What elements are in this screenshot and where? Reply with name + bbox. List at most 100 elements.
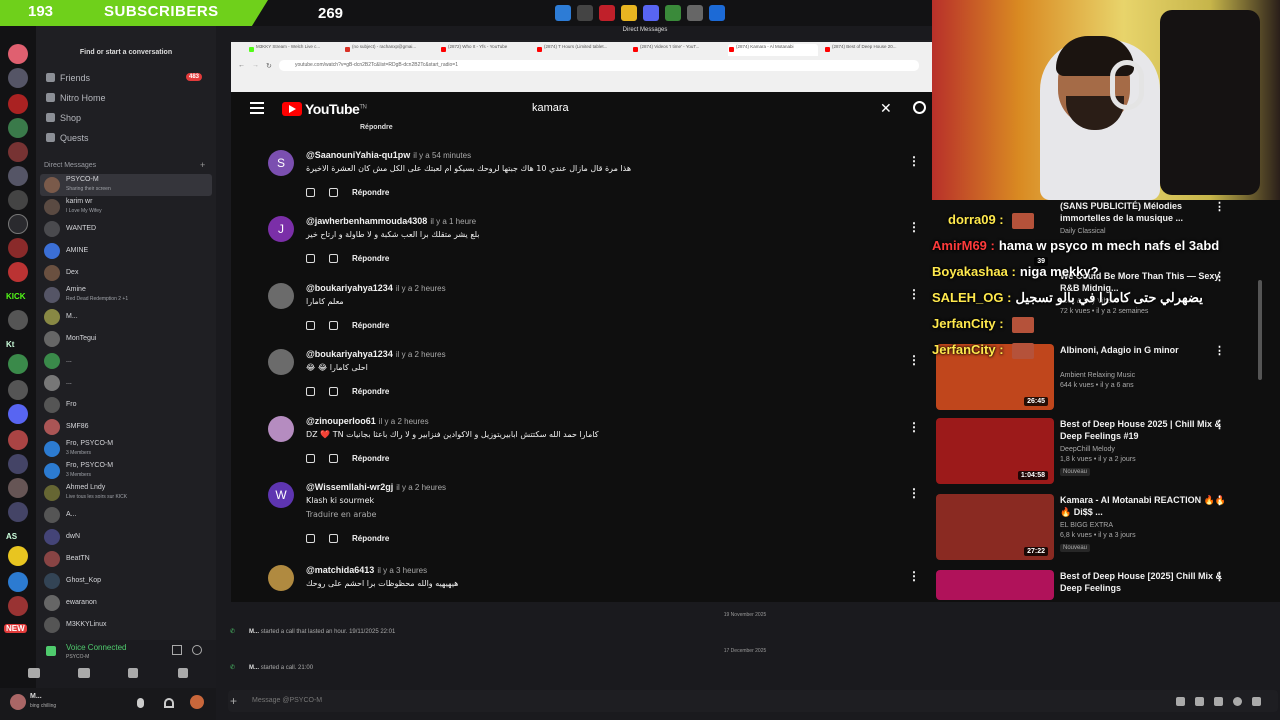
avatar[interactable] [268,349,294,375]
dm-item[interactable]: Fro, PSYCO-M 3 Members [40,438,212,460]
search-icon[interactable] [913,101,926,114]
more-options-icon[interactable]: ⋮ [908,287,920,301]
related-video[interactable]: Best of Deep House [2025] Chill Mix & De… [936,570,1266,640]
like-icon[interactable] [306,454,315,464]
youtube-logo-icon[interactable] [282,102,302,116]
more-options-icon[interactable]: ⋮ [908,569,920,583]
browser-tab[interactable]: (2874) T Hours (Limited tablet... [536,44,626,56]
dm-item[interactable]: karim wr I Love My Wifey [40,196,212,218]
apps-icon[interactable] [1252,697,1261,706]
server-icon[interactable] [8,262,28,282]
server-label[interactable]: AS [6,532,17,541]
search-icon[interactable] [577,5,593,21]
server-icon[interactable] [8,572,28,592]
more-options-icon[interactable]: ⋮ [1214,418,1225,431]
disconnect-icon[interactable] [192,645,202,655]
dm-item[interactable]: SMF86 [40,416,212,438]
dm-item[interactable]: Fro, PSYCO-M 3 Members [40,460,212,482]
sticker-icon[interactable] [1214,697,1223,706]
like-icon[interactable] [306,188,315,198]
dislike-icon[interactable] [329,254,338,264]
address-bar[interactable]: youtube.com/watch?v=gB-dcn2B2Tc&list=RDg… [279,60,919,71]
discord-icon[interactable] [643,5,659,21]
more-options-icon[interactable]: ⋮ [908,353,920,367]
activities-icon[interactable] [128,668,138,678]
dm-item[interactable]: Amine Red Dead Redemption 2 +1 [40,284,212,306]
browser-tab[interactable]: (2874) Videos 'I time' - YouT... [632,44,722,56]
video-title[interactable]: Kamara - Al Motanabi REACTION 🔥🔥🔥 Di$$ .… [1060,494,1230,518]
server-icon[interactable] [8,166,28,186]
voice-channel[interactable]: PSYCO-M [66,654,89,660]
comment-author[interactable]: @boukariyahya1234 il y a 2 heures [306,283,446,293]
video-title[interactable]: Best of Deep House [2025] Chill Mix & De… [1060,570,1230,594]
like-icon[interactable] [306,254,315,264]
nav-nitro[interactable]: Nitro Home [44,89,210,107]
more-options-icon[interactable]: ⋮ [908,154,920,168]
video-thumbnail[interactable]: 27:22 [936,494,1054,560]
comment-author[interactable]: @Wissemllahi-wr2gj il y a 2 heures [306,482,446,492]
video-title[interactable]: Albinoni, Adagio in G minor [1060,344,1230,356]
dm-item[interactable]: Ghost_Kop [40,570,212,592]
dm-item[interactable]: MonTegui [40,328,212,350]
avatar[interactable] [10,694,26,710]
avatar[interactable] [268,416,294,442]
video-thumbnail[interactable]: 1:04:58 [936,418,1054,484]
server-icon[interactable] [8,478,28,498]
windows-start-icon[interactable] [555,5,571,21]
app-icon[interactable] [665,5,681,21]
browser-tab[interactable]: (no subject) - rachanxp@gmai... [344,44,434,56]
server-icon[interactable] [8,354,28,374]
gif-icon[interactable] [1195,697,1204,706]
noise-suppression-icon[interactable] [172,645,182,655]
avatar[interactable]: W [268,482,294,508]
clear-search-icon[interactable]: ✕ [880,100,892,117]
video-title[interactable]: Best of Deep House 2025 | Chill Mix & De… [1060,418,1230,442]
scrollbar[interactable] [1258,280,1262,380]
dm-item[interactable]: AMINE [40,240,212,262]
dm-item[interactable]: M... [40,306,212,328]
forward-icon[interactable]: → [252,62,259,69]
like-icon[interactable] [306,321,315,331]
top-reply-button[interactable]: Répondre [308,124,393,131]
more-options-icon[interactable]: ⋮ [1214,570,1225,583]
channel-name[interactable]: Ambient Relaxing Music [1060,372,1135,379]
steam-icon[interactable] [709,5,725,21]
screen-share-icon[interactable] [78,668,90,678]
avatar[interactable] [268,283,294,309]
nav-quests[interactable]: Quests [44,129,210,147]
comment-author[interactable]: @SaanouniYahia-qu1pw il y a 54 minutes [306,150,471,160]
obs-icon[interactable] [687,5,703,21]
reply-button[interactable]: Répondre [352,321,389,330]
gift-icon[interactable] [1176,697,1185,706]
message-input[interactable]: Message @PSYCO-M [228,690,1278,712]
soundboard-icon[interactable] [178,668,188,678]
comment-author[interactable]: @matchida6413 il y a 3 heures [306,565,427,575]
youtube-wordmark[interactable]: YouTubeTN [305,101,367,117]
reload-icon[interactable]: ↻ [266,62,272,70]
browser-tab[interactable]: (2874) Best of Deep House 20... [824,44,914,56]
reply-button[interactable]: Répondre [352,387,389,396]
server-icon[interactable] [8,68,28,88]
browser-tab[interactable]: (2872) Who It - Yfs - YouTube [440,44,530,56]
video-thumbnail[interactable] [936,570,1054,600]
server-icon[interactable] [8,404,28,424]
call-user[interactable]: M... [249,629,259,635]
server-icon[interactable] [8,118,28,138]
browser-tab[interactable]: (2874) Kamara - Al Motanabi [728,44,818,56]
dislike-icon[interactable] [329,387,338,397]
dm-item[interactable]: ... [40,350,212,372]
like-icon[interactable] [306,534,315,544]
avatar[interactable]: S [268,150,294,176]
dm-item[interactable]: PSYCO-M Sharing their screen [40,174,212,196]
comment-author[interactable]: @zinouperloo61 il y a 2 heures [306,416,429,426]
server-icon[interactable] [8,238,28,258]
server-icon[interactable] [8,310,28,330]
more-options-icon[interactable]: ⋮ [1214,270,1225,283]
browser-tab[interactable]: M3KKY Stream - Welch Live c... [248,44,338,56]
opera-icon[interactable] [599,5,615,21]
add-dm-icon[interactable]: + [200,160,205,170]
dm-item[interactable]: dwN [40,526,212,548]
related-video[interactable]: 27:22 Kamara - Al Motanabi REACTION 🔥🔥🔥 D… [936,494,1266,564]
reply-button[interactable]: Répondre [352,188,389,197]
video-title[interactable]: (SANS PUBLICITÉ) Mélodies immortelles de… [1060,200,1230,224]
